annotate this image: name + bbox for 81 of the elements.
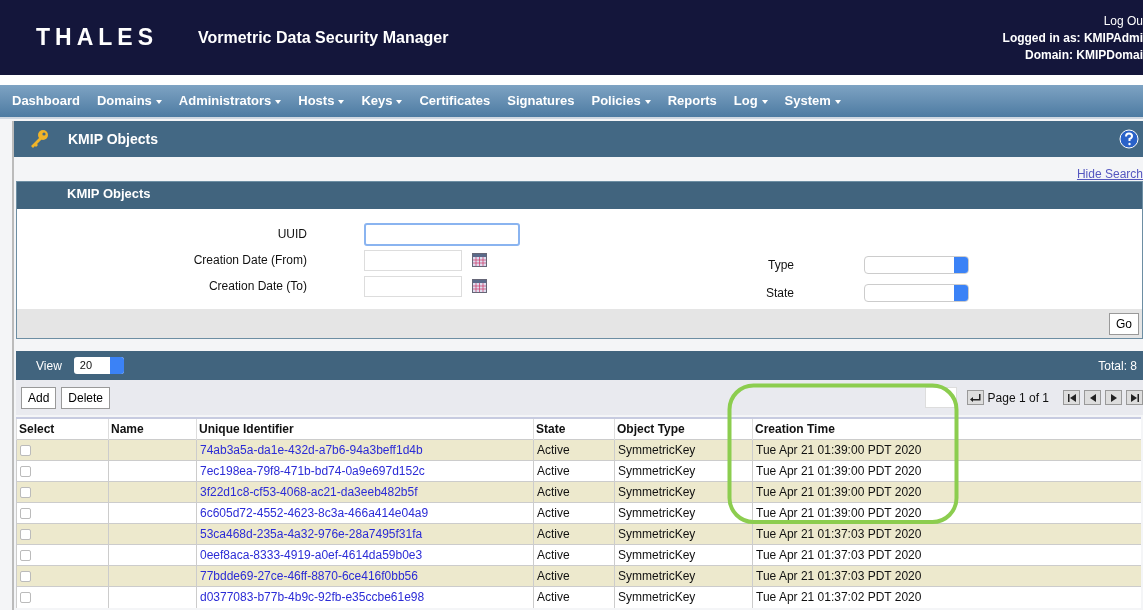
nav-menu-item[interactable]: Log	[733, 91, 768, 111]
row-checkbox[interactable]	[20, 549, 31, 561]
row-checkbox[interactable]	[20, 465, 31, 477]
last-page-icon	[1129, 393, 1140, 402]
table-cell: SymmetricKey	[618, 589, 696, 604]
product-name: Vormetric Data Security Manager	[198, 27, 449, 48]
panel-title: KMIP Objects	[67, 186, 151, 201]
table-cell: Tue Apr 21 01:37:03 PDT 2020	[756, 526, 922, 541]
table-cell: Tue Apr 21 01:39:00 PDT 2020	[756, 463, 922, 478]
view-label: View	[36, 357, 62, 375]
table-cell: Tue Apr 21 01:37:03 PDT 2020	[756, 547, 922, 562]
date-field[interactable]	[364, 249, 462, 271]
next-page-icon	[1109, 393, 1118, 402]
field-label: Creation Date (To)	[208, 278, 307, 295]
row-checkbox[interactable]	[20, 486, 31, 498]
help-icon[interactable]	[1119, 129, 1139, 149]
go-to-page-button[interactable]	[966, 390, 984, 405]
previous-page-icon	[1088, 393, 1097, 402]
row-checkbox[interactable]	[20, 570, 31, 582]
column-header: Creation Time	[755, 422, 835, 436]
table-cell: SymmetricKey	[618, 463, 696, 478]
table-cell: Active	[537, 526, 570, 541]
row-checkbox[interactable]	[20, 592, 31, 604]
total-count: Total: 8	[1098, 357, 1138, 375]
table-cell: Active	[537, 463, 570, 478]
table-cell: Active	[537, 568, 570, 583]
table-cell: Tue Apr 21 01:39:00 PDT 2020	[756, 442, 922, 457]
field-label: Creation Date (From)	[193, 252, 307, 269]
table-cell: SymmetricKey	[618, 547, 696, 562]
page-size-select[interactable]: 20	[73, 357, 124, 374]
uuid-link[interactable]: d0377083-b77b-4b9c-92fb-e35ccbe61e98	[200, 589, 425, 604]
calendar-icon[interactable]	[472, 253, 487, 267]
page-indicator: Page 1 of 1	[987, 389, 1049, 407]
date-field[interactable]	[364, 275, 462, 297]
column-header: Name	[111, 422, 144, 436]
row-checkbox[interactable]	[20, 444, 31, 456]
table-cell: Tue Apr 21 01:39:00 PDT 2020	[756, 505, 922, 520]
column-header: Object Type	[617, 422, 685, 436]
table-cell: Active	[537, 547, 570, 562]
field-label: State	[765, 285, 794, 302]
table-cell: SymmetricKey	[618, 505, 696, 520]
table-cell: SymmetricKey	[618, 526, 696, 541]
table-cell: Active	[537, 484, 570, 499]
next-page-button[interactable]	[1105, 390, 1122, 405]
table-cell: SymmetricKey	[618, 568, 696, 583]
last-page-button[interactable]	[1126, 390, 1143, 405]
first-page-icon	[1066, 393, 1077, 402]
first-page-button[interactable]	[1063, 390, 1080, 405]
logged-in-user: Logged in as: KMIPAdmi	[1002, 31, 1143, 45]
state-select[interactable]	[864, 284, 969, 302]
go-button[interactable]: Go	[1109, 312, 1139, 335]
enter-icon	[969, 392, 982, 403]
column-header: Select	[19, 422, 55, 436]
delete-button[interactable]: Delete	[61, 386, 111, 409]
table-cell: Active	[537, 589, 570, 604]
uuid-link[interactable]: 7ec198ea-79f8-471b-bd74-0a9e697d152c	[200, 463, 425, 478]
hide-search-link[interactable]: Hide Search	[1076, 167, 1143, 181]
row-checkbox[interactable]	[20, 507, 31, 519]
calendar-icon[interactable]	[472, 279, 487, 293]
logo: THALES	[36, 23, 158, 53]
table-cell: Active	[537, 505, 570, 520]
uuid-field[interactable]	[364, 222, 520, 246]
table-cell: SymmetricKey	[618, 442, 696, 457]
uuid-link[interactable]: 0eef8aca-8333-4919-a0ef-4614da59b0e3	[200, 547, 423, 562]
column-header: Unique Identifier	[199, 422, 294, 436]
uuid-link[interactable]: 6c605d72-4552-4623-8c3a-466a414e04a9	[200, 505, 429, 520]
table-cell: Tue Apr 21 01:39:00 PDT 2020	[756, 484, 922, 499]
type-select[interactable]	[864, 256, 969, 274]
column-header: State	[536, 422, 566, 436]
table-cell: Active	[537, 442, 570, 457]
previous-page-button[interactable]	[1084, 390, 1101, 405]
table-cell: SymmetricKey	[618, 484, 696, 499]
add-button[interactable]: Add	[21, 386, 57, 409]
page-title: KMIP Objects	[68, 129, 158, 149]
row-checkbox[interactable]	[20, 528, 31, 540]
domain-label: Domain: KMIPDomai	[1025, 48, 1143, 62]
table-cell: Tue Apr 21 01:37:03 PDT 2020	[756, 568, 922, 583]
field-label: Type	[768, 257, 794, 274]
field-label: UUID	[277, 226, 307, 243]
table-cell: Tue Apr 21 01:37:02 PDT 2020	[756, 589, 922, 604]
logout-link[interactable]: Log Ou	[1103, 14, 1143, 28]
